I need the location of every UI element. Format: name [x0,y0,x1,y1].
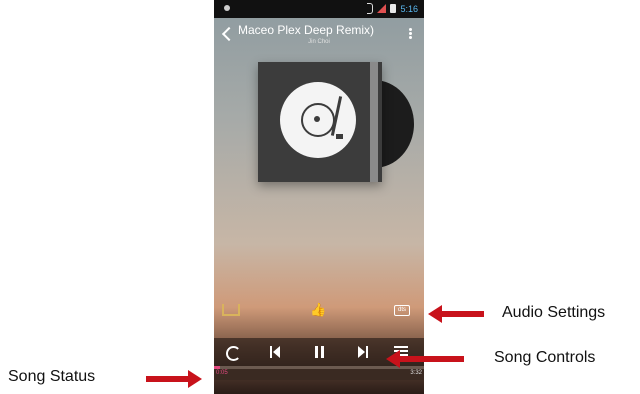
album-spine [370,62,378,182]
song-controls-annotation: Song Controls [494,349,596,366]
previous-icon[interactable] [268,344,284,360]
status-icons: 5:16 [367,3,418,14]
song-status-arrow [146,370,202,388]
more-options-icon[interactable] [409,28,412,40]
audio-settings-button[interactable]: dts [394,305,410,316]
thumbs-up-icon[interactable]: 👍 [310,302,326,318]
notification-icon [224,5,230,11]
phone-screen: 5:16 Maceo Plex Deep Remix) Jin Choi 👍 d… [214,0,424,394]
pause-icon[interactable] [312,344,328,360]
status-time: 5:16 [400,3,418,14]
turntable-icon [280,82,356,158]
repeat-icon[interactable] [226,346,241,361]
song-artist: Jin Choi [308,39,330,45]
audio-settings-arrow [428,305,484,323]
time-elapsed: 0:05 [216,370,228,376]
song-title: Maceo Plex Deep Remix) [238,23,375,37]
signal-icon [377,4,387,13]
next-icon[interactable] [354,344,370,360]
audio-settings-annotation: Audio Settings [502,304,606,321]
player-header: Maceo Plex Deep Remix) Jin Choi [214,20,424,50]
battery-icon [390,4,397,13]
progress-fill [214,366,221,369]
action-row: 👍 dts [214,300,424,322]
album-art [258,62,382,182]
time-total: 3:32 [410,370,422,376]
sleep-timer-icon[interactable] [222,304,240,316]
song-controls-arrow [386,350,464,368]
status-bar: 5:16 [214,0,424,18]
disc-center [314,116,320,122]
song-status-annotation: Song Status [8,368,96,385]
tonearm-head [336,134,343,139]
song-status-bar: 0:05 3:32 [214,366,424,380]
bluetooth-icon [367,3,374,14]
